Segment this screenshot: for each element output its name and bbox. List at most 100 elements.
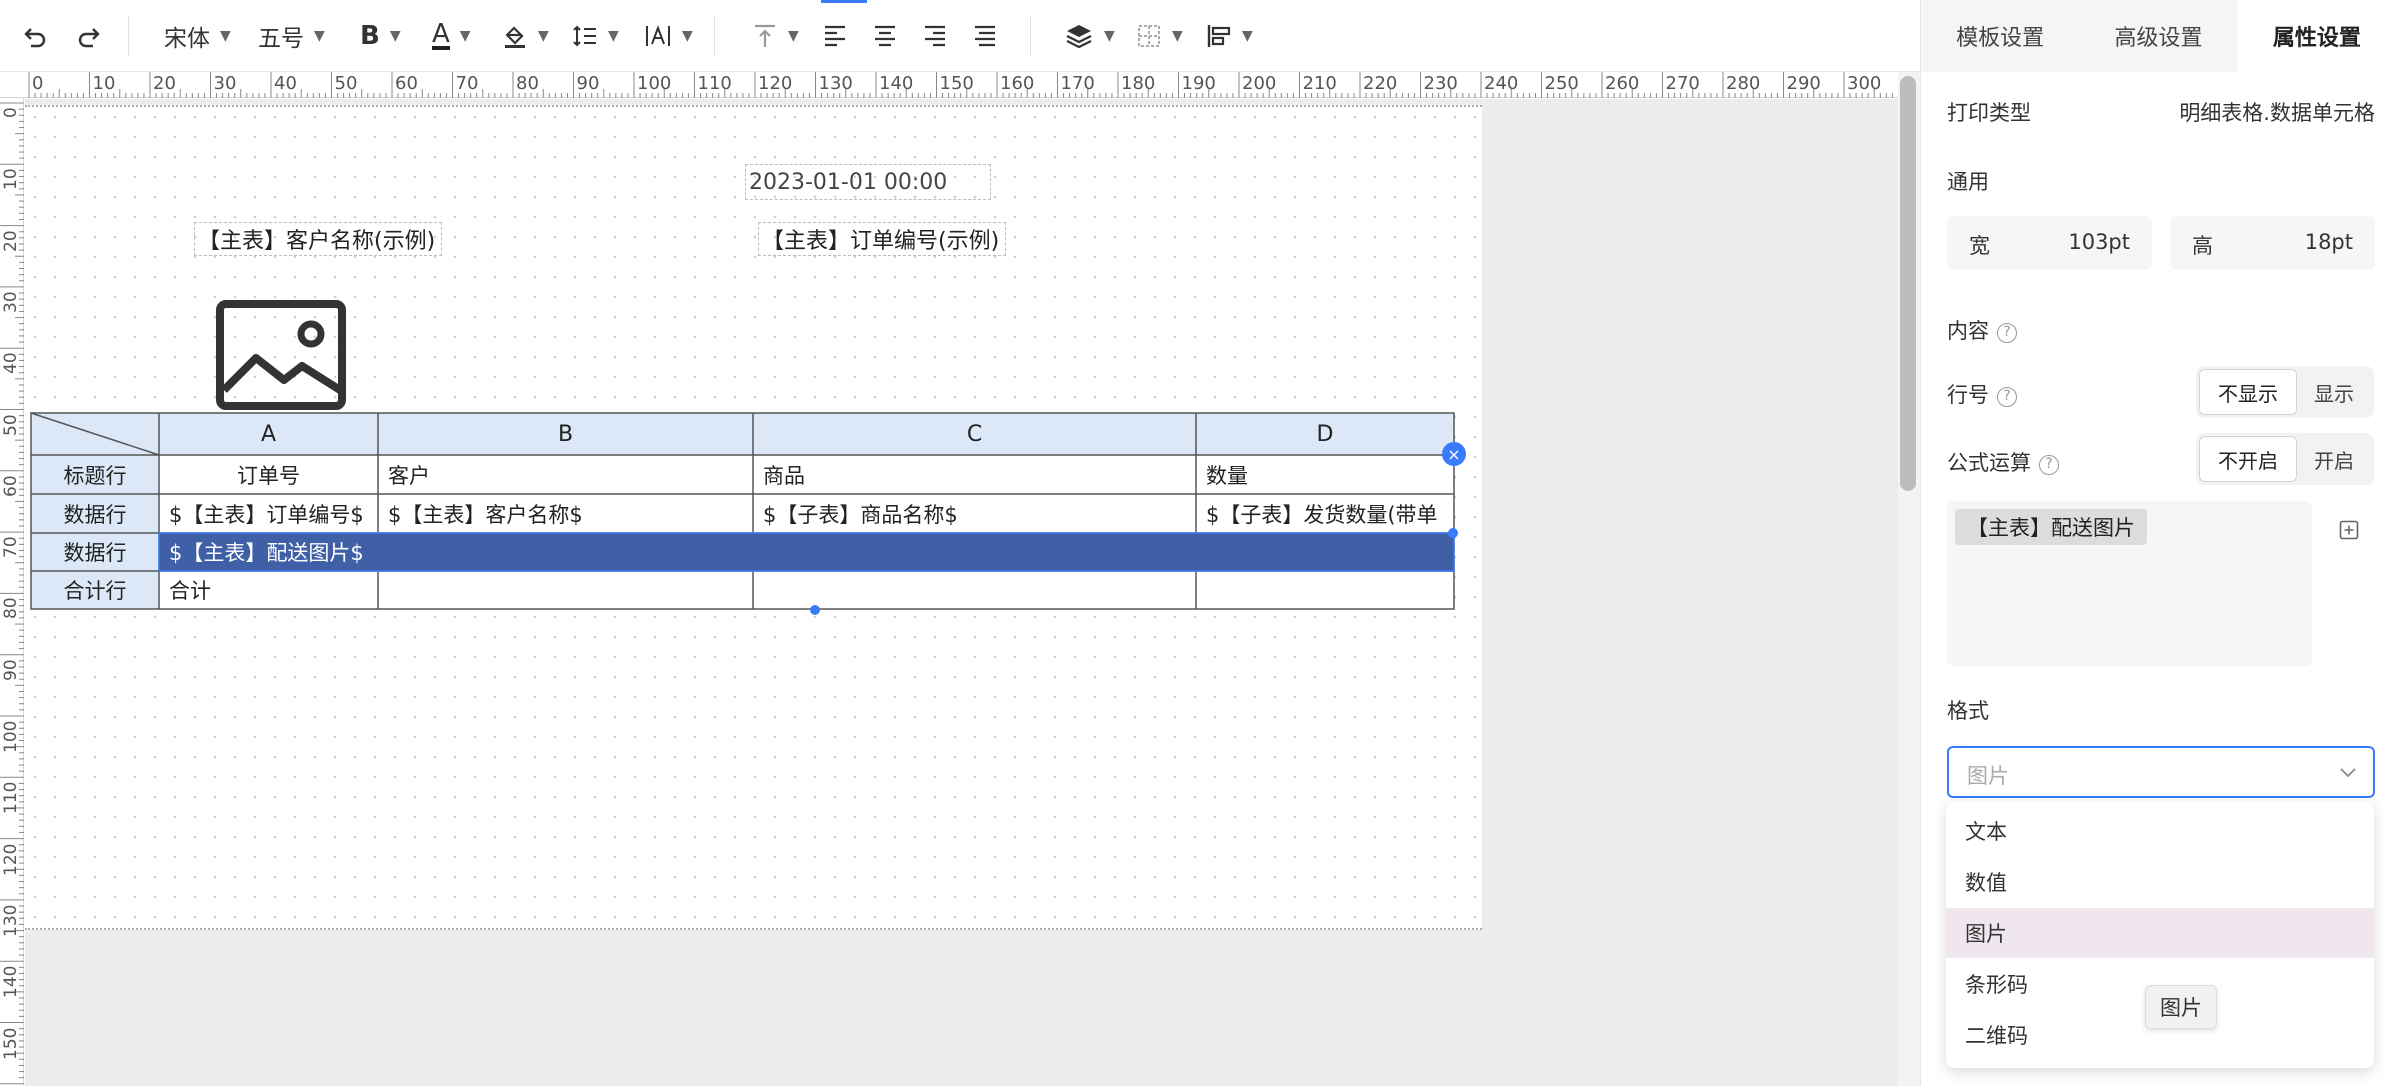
ruler-label: 20 [153, 73, 176, 94]
tab-property-settings[interactable]: 属性设置 [2237, 0, 2396, 72]
width-field[interactable]: 宽 103pt [1947, 216, 2152, 270]
column-header-a[interactable]: A [159, 413, 378, 455]
tab-advanced-settings[interactable]: 高级设置 [2079, 0, 2237, 72]
font-size-value: 五号 [258, 26, 304, 52]
data-cell-b[interactable]: $【主表】客户名称$ [378, 494, 753, 533]
paint-bucket-icon [502, 23, 528, 49]
align-center-button[interactable] [872, 14, 898, 58]
image-icon [216, 300, 346, 410]
date-field[interactable]: 2023-01-01 00:00 [745, 164, 991, 200]
align-justify-button[interactable] [972, 14, 998, 58]
header-cell-a[interactable]: 订单号 [159, 455, 378, 494]
format-option-number[interactable]: 数值 [1946, 857, 2374, 907]
formula-row-label: 公式运算? [1947, 447, 2059, 477]
column-header-d[interactable]: D [1196, 413, 1454, 455]
bold-button[interactable]: B ▼ [360, 14, 401, 58]
undo-button[interactable] [22, 14, 48, 58]
chevron-down-icon: ▼ [1242, 28, 1253, 44]
border-button[interactable]: ▼ [1136, 14, 1183, 58]
add-field-button[interactable] [2331, 512, 2367, 548]
rownum-option-show[interactable]: 显示 [2297, 369, 2371, 415]
resize-handle-right[interactable] [1448, 528, 1458, 538]
line-height-button[interactable]: ▼ [572, 14, 619, 58]
arrange-button[interactable]: ▼ [1206, 14, 1253, 58]
help-icon[interactable]: ? [1997, 323, 2017, 343]
resize-handle-bottom[interactable] [810, 605, 820, 615]
formula-option-on[interactable]: 开启 [2297, 436, 2371, 482]
total-cell-d[interactable] [1196, 571, 1454, 609]
align-center-icon [872, 23, 898, 49]
horizontal-ruler: 0 10 20 30 40 50 60 70 80 90 100 110 120 130 140 150 160… [0, 72, 1898, 98]
text-color-button[interactable]: A ▼ [432, 14, 471, 58]
chevron-down-icon: ▼ [1104, 28, 1115, 44]
print-designer-app: 宋体 ▼ 五号 ▼ B ▼ A ▼ ▼ ▼ ▼ ▼ ▼ ▼ ▼ 0 10 20 … [0, 0, 2396, 1086]
column-header-c[interactable]: C [753, 413, 1196, 455]
header-cell-c[interactable]: 商品 [753, 455, 1196, 494]
ruler-label: 80 [516, 73, 539, 94]
undo-icon [22, 23, 48, 49]
align-left-button[interactable] [822, 14, 848, 58]
detail-table[interactable]: A B C D 标题行 数据行 数据行 合计行 订单号 客户 商品 数量 $【主… [30, 412, 1466, 615]
scrollbar-thumb[interactable] [1900, 76, 1916, 491]
ruler-label: 30 [213, 73, 237, 94]
ruler-label: 200 [1242, 73, 1277, 94]
format-select[interactable]: 图片 [1947, 746, 2375, 798]
customer-name-field[interactable]: 【主表】客户名称(示例) [194, 222, 442, 256]
width-label: 宽 [1969, 234, 1990, 258]
total-cell-c[interactable] [753, 571, 1196, 609]
row-label-data[interactable]: 数据行 [31, 494, 159, 533]
row-label-data-2[interactable]: 数据行 [31, 533, 159, 571]
font-family-select[interactable]: 宋体 ▼ [164, 14, 231, 58]
redo-button[interactable] [76, 14, 102, 58]
vertical-align-button[interactable]: ▼ [752, 14, 799, 58]
help-icon[interactable]: ? [2039, 455, 2059, 475]
close-icon[interactable]: × [1442, 442, 1466, 466]
chevron-down-icon: ▼ [314, 28, 325, 44]
height-field[interactable]: 高 18pt [2170, 216, 2375, 270]
font-family-value: 宋体 [164, 26, 210, 52]
ruler-label: 150 [1, 1027, 21, 1060]
letter-spacing-button[interactable]: ▼ [644, 14, 693, 58]
format-option-text[interactable]: 文本 [1946, 806, 2374, 856]
data-cell-c[interactable]: $【子表】商品名称$ [753, 494, 1196, 533]
ruler-label: 280 [1726, 73, 1761, 94]
total-cell-a[interactable]: 合计 [159, 571, 378, 609]
content-editor[interactable]: 【主表】配送图片 [1947, 501, 2312, 666]
data-cell-d[interactable]: $【子表】发货数量(带单 [1196, 494, 1454, 533]
ruler-label: 110 [697, 73, 732, 94]
align-justify-icon [972, 23, 998, 49]
data-cell-a[interactable]: $【主表】订单编号$ [159, 494, 378, 533]
header-cell-d[interactable]: 数量 [1196, 455, 1454, 494]
ruler-label: 240 [1484, 73, 1519, 94]
ruler-label: 140 [1, 965, 21, 999]
header-cell-b[interactable]: 客户 [378, 455, 753, 494]
merged-image-cell[interactable]: $【主表】配送图片$ [159, 533, 1454, 571]
column-header-b[interactable]: B [378, 413, 753, 455]
content-tag[interactable]: 【主表】配送图片 [1955, 509, 2147, 545]
tab-template-settings[interactable]: 模板设置 [1921, 0, 2079, 72]
ruler-label: 80 [1, 597, 21, 620]
rownum-toggle: 不显示 显示 [2196, 366, 2374, 418]
general-section-label: 通用 [1947, 170, 1989, 194]
ruler-label: 70 [455, 73, 479, 94]
total-cell-b[interactable] [378, 571, 753, 609]
order-number-field[interactable]: 【主表】订单编号(示例) [758, 222, 1006, 256]
format-option-image[interactable]: 图片 [1946, 908, 2374, 958]
align-right-button[interactable] [922, 14, 948, 58]
toolbar: 宋体 ▼ 五号 ▼ B ▼ A ▼ ▼ ▼ ▼ ▼ ▼ ▼ ▼ [0, 0, 1920, 72]
font-size-select[interactable]: 五号 ▼ [258, 14, 325, 58]
fill-color-button[interactable]: ▼ [502, 14, 549, 58]
format-section-label: 格式 [1947, 699, 1989, 723]
align-objects-icon [1206, 23, 1232, 49]
image-placeholder[interactable] [216, 300, 346, 410]
formula-option-off[interactable]: 不开启 [2199, 436, 2297, 482]
chevron-down-icon: ▼ [682, 28, 693, 44]
rownum-option-hide[interactable]: 不显示 [2199, 369, 2297, 415]
panel-tabs: 模板设置 高级设置 属性设置 [1921, 0, 2396, 72]
chevron-down-icon [2339, 764, 2357, 783]
row-label-total[interactable]: 合计行 [31, 571, 159, 609]
row-label-title[interactable]: 标题行 [31, 455, 159, 494]
layer-button[interactable]: ▼ [1064, 14, 1115, 58]
help-icon[interactable]: ? [1997, 387, 2017, 407]
height-label: 高 [2192, 234, 2213, 258]
